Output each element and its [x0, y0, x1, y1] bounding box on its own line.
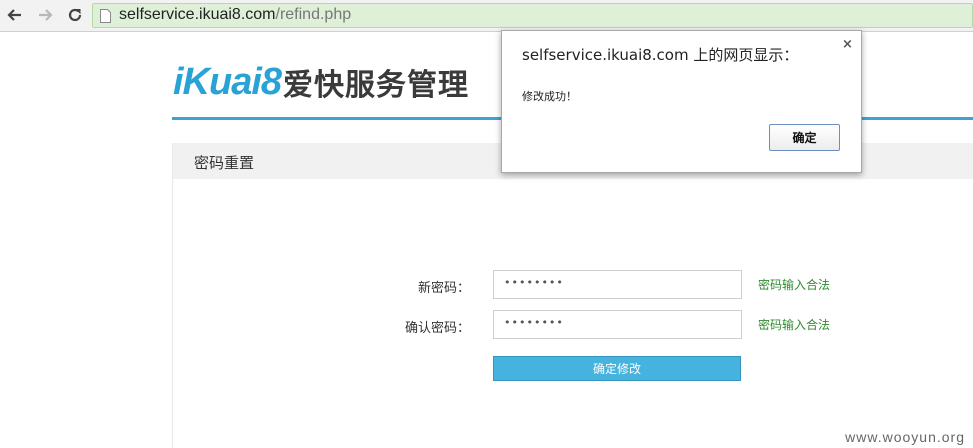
- confirm-password-value: ••••••••: [504, 316, 564, 329]
- confirm-password-hint: 密码输入合法: [758, 318, 831, 332]
- forward-button[interactable]: [34, 4, 56, 26]
- confirm-password-input[interactable]: ••••••••: [493, 310, 742, 339]
- new-password-label: 新密码：: [417, 281, 470, 296]
- new-password-value: ••••••••: [504, 276, 564, 289]
- panel-title: 密码重置: [194, 154, 255, 172]
- confirm-change-button[interactable]: 确定修改: [493, 356, 741, 381]
- new-password-input[interactable]: ••••••••: [493, 270, 742, 299]
- back-arrow-icon: [7, 9, 21, 21]
- dialog-title: selfservice.ikuai8.com 上的网页显示：: [522, 46, 799, 64]
- url-host: selfservice.ikuai8.com: [119, 6, 276, 23]
- browser-toolbar: selfservice.ikuai8.com/refind.php: [0, 0, 973, 32]
- address-bar[interactable]: selfservice.ikuai8.com/refind.php: [92, 3, 973, 28]
- dialog-ok-button[interactable]: 确定: [769, 124, 840, 151]
- reload-button[interactable]: [64, 4, 86, 26]
- site-logo: iKuai8 爱快服务管理: [173, 60, 469, 104]
- new-password-hint: 密码输入合法: [758, 278, 831, 292]
- back-button[interactable]: [4, 4, 26, 26]
- confirm-password-label: 确认密码：: [404, 321, 470, 336]
- close-icon[interactable]: ×: [842, 37, 853, 52]
- forward-arrow-icon: [39, 9, 53, 21]
- url-text[interactable]: selfservice.ikuai8.com/refind.php: [119, 6, 351, 24]
- page-icon: [100, 9, 111, 23]
- watermark: www.wooyun.org: [845, 429, 965, 445]
- logo-chinese-text: 爱快服务管理: [283, 68, 470, 103]
- logo-latin-text: iKuai8: [173, 60, 282, 103]
- dialog-message: 修改成功！: [522, 90, 577, 103]
- alert-dialog: selfservice.ikuai8.com 上的网页显示： × 修改成功！ 确…: [501, 30, 862, 173]
- reload-icon: [68, 8, 82, 22]
- url-path: /refind.php: [275, 6, 352, 23]
